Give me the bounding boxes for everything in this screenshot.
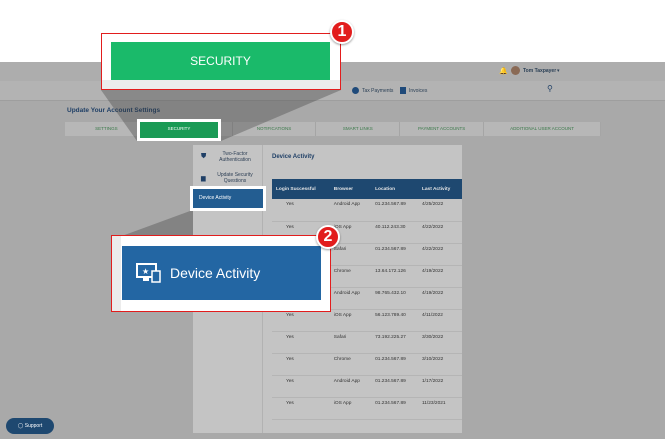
col-browser: Browser <box>329 179 372 199</box>
callout-device-activity: Device Activity ★ <box>111 235 331 312</box>
table-cell: Android App <box>329 287 372 310</box>
shield-icon: ⛊ <box>201 153 207 160</box>
sidebar-item-two-factor[interactable]: Two-Factor Authentication <box>209 151 261 163</box>
panel-title: Device Activity <box>272 154 315 160</box>
table-cell: 13.64.172.126 <box>371 265 418 288</box>
table-cell: 40.112.243.30 <box>371 221 418 244</box>
sidebar-item-device-activity-label: Device Activity <box>193 189 263 208</box>
table-cell: Yes <box>272 375 330 398</box>
table-cell: Yes <box>272 397 330 420</box>
col-location: Location <box>371 179 418 199</box>
table-cell: 4/19/2022 <box>417 287 462 310</box>
table-cell: Yes <box>272 199 330 222</box>
table-cell: 01.234.567.89 <box>371 353 418 376</box>
table-cell: Yes <box>272 309 330 332</box>
chat-icon: ◯ <box>17 423 25 429</box>
support-button[interactable]: ◯ Support <box>6 418 54 434</box>
device-icon: ★ <box>136 263 161 283</box>
table-cell: 1/17/2022 <box>417 375 462 398</box>
table-cell: 3/30/2022 <box>417 331 462 354</box>
tab-security-label: SECURITY <box>140 122 218 138</box>
svg-text:★: ★ <box>142 267 149 276</box>
table-cell: 01.234.567.89 <box>371 243 418 266</box>
table-cell: iOS App <box>329 397 372 420</box>
table-cell: 01.234.567.89 <box>371 199 418 222</box>
table-cell: 4/19/2022 <box>417 265 462 288</box>
table-cell: Android App <box>329 199 372 222</box>
table-cell: Safari <box>329 331 372 354</box>
table-row: Yes Android App 01.234.567.89 4/25/2022 <box>272 199 462 222</box>
table-cell: 3/10/2022 <box>417 353 462 376</box>
callout-security: SECURITY <box>101 33 341 90</box>
tab-security[interactable]: SECURITY <box>137 119 221 141</box>
col-login: Login Successful <box>272 179 330 199</box>
table-cell: Chrome <box>329 353 372 376</box>
callout-security-label: SECURITY <box>111 42 330 80</box>
callout-badge-2: 2 <box>316 225 340 249</box>
table-cell: 4/22/2022 <box>417 243 462 266</box>
table-cell: iOS App <box>329 309 372 332</box>
callout-badge-1: 1 <box>330 20 354 44</box>
table-cell: Safari <box>329 243 372 266</box>
col-last-activity: Last Activity <box>417 179 462 199</box>
table-cell: 4/11/2022 <box>417 309 462 332</box>
sidebar-item-security-questions[interactable]: Update Security Questions <box>209 172 261 184</box>
sidebar-item-device-activity[interactable]: Device Activity <box>190 186 266 211</box>
table-cell: 56.123.789.40 <box>371 309 418 332</box>
table-row: Yes Chrome 01.234.567.89 3/10/2022 <box>272 353 462 376</box>
table-cell: Yes <box>272 331 330 354</box>
table-row: Yes Android App 01.234.567.89 1/17/2022 <box>272 375 462 398</box>
table-cell: 4/22/2022 <box>417 221 462 244</box>
table-cell: Android App <box>329 375 372 398</box>
table-cell: 11/23/2021 <box>417 397 462 420</box>
table-cell: 4/25/2022 <box>417 199 462 222</box>
table-cell: 01.234.567.89 <box>371 375 418 398</box>
support-label: Support <box>24 423 43 429</box>
chat-icon: ▆ <box>201 176 206 182</box>
table-cell: 73.192.225.27 <box>371 331 418 354</box>
table-row: Yes iOS App 01.234.567.89 11/23/2021 <box>272 397 462 420</box>
table-cell: Yes <box>272 353 330 376</box>
table-row: Yes Safari 73.192.225.27 3/30/2022 <box>272 331 462 354</box>
table-cell: 01.234.567.89 <box>371 397 418 420</box>
table-row: Yes iOS App 56.123.789.40 4/11/2022 <box>272 309 462 332</box>
table-cell: Chrome <box>329 265 372 288</box>
table-cell: 98.765.432.10 <box>371 287 418 310</box>
